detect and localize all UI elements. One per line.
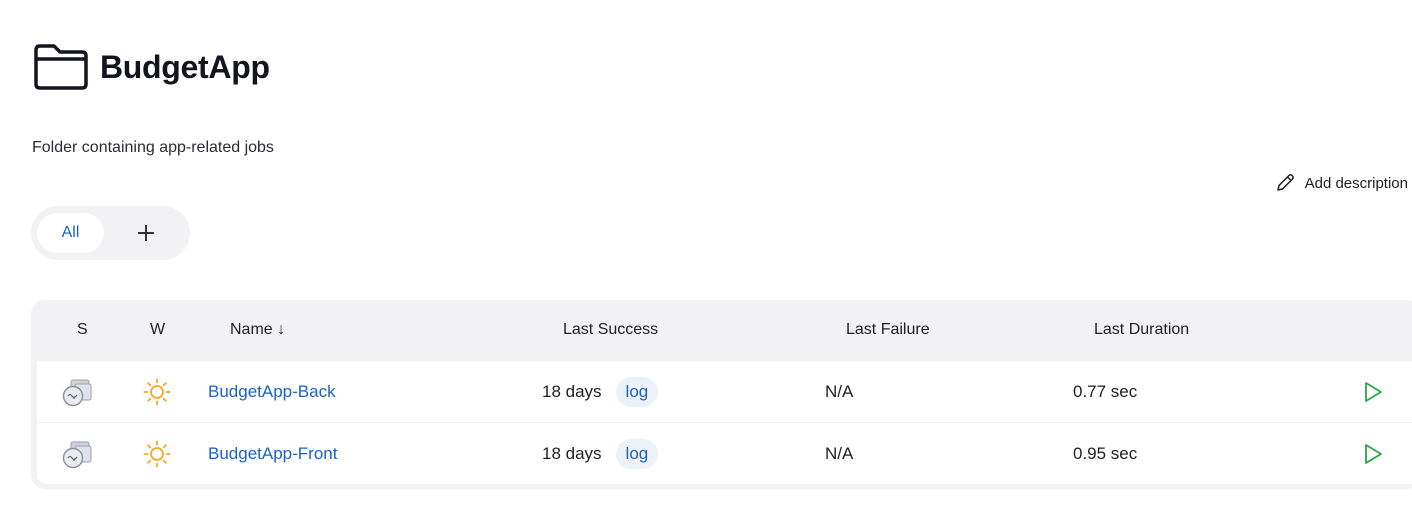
table-row: BudgetApp-Back 18 days log N/A 0.77 sec [37, 361, 1412, 422]
build-button[interactable] [1361, 361, 1385, 422]
folder-icon [34, 44, 88, 90]
page-header: BudgetApp [32, 42, 270, 92]
column-header-name[interactable]: Name ↓ [230, 321, 285, 339]
column-header-weather[interactable]: W [150, 321, 165, 339]
column-header-status[interactable]: S [77, 321, 88, 339]
last-failure-value: N/A [825, 443, 854, 463]
column-header-last-failure[interactable]: Last Failure [846, 321, 930, 339]
weather-cell [143, 361, 171, 422]
last-success-cell: 18 days log [542, 423, 659, 484]
folder-job-icon [62, 441, 92, 468]
add-description-button[interactable]: Add description [1274, 172, 1408, 194]
table-body: BudgetApp-Back 18 days log N/A 0.77 sec [37, 361, 1412, 485]
last-duration-value: 0.95 sec [1073, 443, 1138, 463]
view-tabs: All [31, 206, 190, 260]
table-header: S W Name ↓ Last Success Last Failure Las… [31, 300, 1412, 361]
build-button[interactable] [1361, 423, 1385, 484]
add-view-button[interactable] [124, 213, 168, 253]
plus-icon [138, 225, 154, 241]
last-success-value: 18 days [542, 443, 602, 463]
weather-cell [143, 423, 171, 484]
page-title: BudgetApp [100, 48, 270, 85]
log-link[interactable]: log [615, 376, 659, 407]
job-link[interactable]: BudgetApp-Back [208, 382, 336, 402]
tab-all[interactable]: All [37, 213, 104, 253]
add-description-label: Add description [1304, 174, 1408, 192]
sun-icon [143, 378, 171, 405]
table-row: BudgetApp-Front 18 days log N/A 0.95 sec [37, 423, 1412, 484]
last-failure-value: N/A [825, 381, 854, 401]
folder-description: Folder containing app-related jobs [32, 139, 274, 156]
job-link[interactable]: BudgetApp-Front [208, 444, 337, 464]
pencil-icon [1276, 174, 1294, 191]
sun-icon [143, 440, 171, 467]
column-header-last-duration[interactable]: Last Duration [1094, 321, 1189, 339]
status-cell [61, 423, 93, 484]
play-icon [1365, 381, 1382, 402]
jobs-table: S W Name ↓ Last Success Last Failure Las… [31, 300, 1412, 489]
last-success-value: 18 days [542, 381, 602, 401]
last-duration-value: 0.77 sec [1073, 381, 1138, 401]
tab-all-label: All [61, 224, 80, 241]
folder-job-icon [62, 379, 92, 406]
play-icon [1365, 443, 1382, 464]
last-success-cell: 18 days log [542, 361, 659, 422]
status-cell [61, 361, 93, 422]
log-link[interactable]: log [615, 438, 659, 469]
column-header-last-success[interactable]: Last Success [563, 321, 658, 339]
